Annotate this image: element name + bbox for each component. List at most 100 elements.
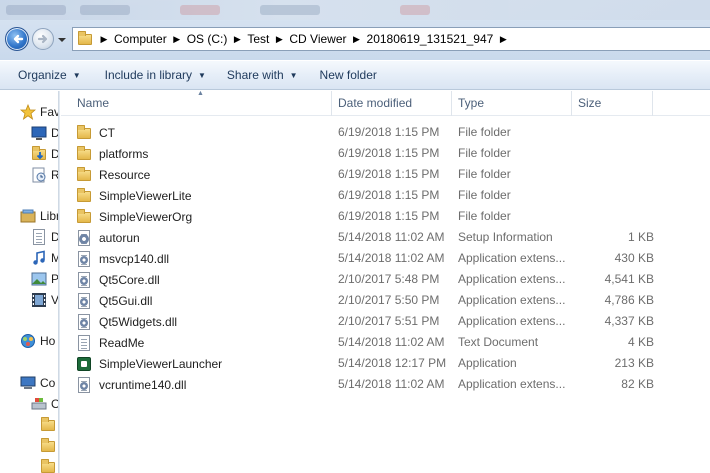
chevron-down-icon: ▼ — [72, 70, 81, 80]
nav-recent-label: R — [51, 168, 58, 182]
column-divider[interactable] — [652, 91, 653, 116]
file-row[interactable]: Qt5Core.dll 2/10/2017 5:48 PM Application … — [71, 269, 701, 290]
column-header-size[interactable]: Size — [572, 91, 601, 116]
file-type: File folder — [458, 125, 511, 139]
file-name: vcruntime140.dll — [99, 377, 187, 392]
file-name-cell[interactable]: SimpleViewerLite — [76, 185, 192, 206]
file-name-cell[interactable]: ReadMe — [76, 332, 144, 353]
file-name-cell[interactable]: platforms — [76, 143, 148, 164]
folder-icon — [76, 187, 92, 204]
file-date-modified: 5/14/2018 11:02 AM — [338, 230, 445, 244]
file-row[interactable]: msvcp140.dll 5/14/2018 11:02 AM Applicatio… — [71, 248, 701, 269]
nav-subfolder[interactable] — [40, 458, 58, 473]
nav-favorites-label: Fav — [40, 105, 58, 119]
file-row[interactable]: SimpleViewerLauncher 5/14/2018 12:17 PM Ap… — [71, 353, 701, 374]
recent-pages-dropdown[interactable] — [57, 34, 67, 44]
file-name: Qt5Gui.dll — [99, 293, 153, 308]
column-header-type[interactable]: Type — [452, 91, 484, 116]
breadcrumb-current-folder[interactable]: 20180619_131521_947 — [364, 28, 497, 50]
include-in-library-label: Include in library — [104, 68, 192, 82]
file-row[interactable]: autorun 5/14/2018 11:02 AM Setup Informati… — [71, 227, 701, 248]
nav-music-label: M — [51, 251, 58, 265]
file-name-cell[interactable]: SimpleViewerLauncher — [76, 353, 222, 374]
breadcrumb-chevron-icon[interactable]: ▶ — [97, 28, 111, 50]
file-name: SimpleViewerLite — [99, 188, 192, 203]
file-date-modified: 6/19/2018 1:15 PM — [338, 146, 440, 160]
nav-recent-places[interactable]: R — [31, 166, 58, 184]
desktop-icon — [31, 125, 47, 141]
file-size: 4 KB — [627, 335, 654, 349]
pane-splitter[interactable] — [58, 91, 60, 473]
new-folder-button[interactable]: New folder — [311, 63, 386, 87]
dll-icon — [76, 376, 92, 393]
file-date-modified: 2/10/2017 5:48 PM — [338, 272, 440, 286]
file-type: Setup Information — [458, 230, 553, 244]
nav-favorites[interactable]: Fav — [19, 103, 58, 121]
file-date-modified: 6/19/2018 1:15 PM — [338, 188, 440, 202]
file-name-cell[interactable]: autorun — [76, 227, 140, 248]
nav-documents[interactable]: D — [31, 228, 58, 246]
folder-icon — [76, 208, 92, 225]
breadcrumb-chevron-icon[interactable]: ▶ — [170, 28, 184, 50]
nav-drive-c[interactable]: O — [31, 395, 58, 413]
organize-button[interactable]: Organize ▼ — [9, 63, 90, 87]
share-with-button[interactable]: Share with ▼ — [218, 63, 307, 87]
breadcrumb-chevron-icon[interactable]: ▶ — [350, 28, 364, 50]
file-name-cell[interactable]: SimpleViewerOrg — [76, 206, 192, 227]
nav-computer[interactable]: Co — [20, 374, 55, 392]
sort-ascending-icon: ▲ — [197, 90, 204, 97]
nav-homegroup[interactable]: Ho — [20, 332, 55, 350]
include-in-library-button[interactable]: Include in library ▼ — [96, 63, 215, 87]
file-row[interactable]: SimpleViewerOrg 6/19/2018 1:15 PM File fol… — [71, 206, 701, 227]
file-row[interactable]: platforms 6/19/2018 1:15 PM File folder — [71, 143, 701, 164]
breadcrumb-computer[interactable]: Computer — [111, 28, 170, 50]
organize-label: Organize — [18, 68, 67, 82]
column-header-name[interactable]: Name — [71, 91, 109, 116]
breadcrumb-chevron-icon[interactable]: ▶ — [272, 28, 286, 50]
file-row[interactable]: Qt5Widgets.dll 2/10/2017 5:51 PM Applicati… — [71, 311, 701, 332]
breadcrumb-chevron-icon[interactable]: ▶ — [230, 28, 244, 50]
file-name-cell[interactable]: Qt5Gui.dll — [76, 290, 152, 311]
file-row[interactable]: vcruntime140.dll 5/14/2018 11:02 AM Applic… — [71, 374, 701, 395]
breadcrumb-drive[interactable]: OS (C:) — [184, 28, 231, 50]
nav-music[interactable]: M — [31, 249, 58, 267]
file-name-cell[interactable]: CT — [76, 122, 115, 143]
file-list[interactable]: Name ▲ Date modified Type Size CT 6/19/20… — [61, 90, 710, 473]
nav-desktop[interactable]: D — [31, 124, 58, 142]
dll-icon — [76, 292, 92, 309]
forward-button[interactable] — [32, 28, 54, 50]
chevron-down-icon: ▼ — [198, 70, 206, 80]
music-note-icon — [31, 250, 47, 266]
file-row[interactable]: Qt5Gui.dll 2/10/2017 5:50 PM Application e… — [71, 290, 701, 311]
nav-subfolder[interactable] — [40, 437, 58, 455]
nav-desktop-label: D — [51, 126, 58, 140]
file-size — [571, 206, 654, 227]
nav-pictures[interactable]: P — [31, 270, 58, 288]
nav-libraries-label: Libr — [40, 209, 58, 223]
file-row[interactable]: ReadMe 5/14/2018 11:02 AM Text Document 4 K… — [71, 332, 701, 353]
back-button[interactable] — [5, 27, 29, 51]
file-name-cell[interactable]: Resource — [76, 164, 150, 185]
file-size: 4,337 KB — [604, 314, 654, 328]
nav-documents-label: D — [51, 230, 58, 244]
column-header-date-modified[interactable]: Date modified — [332, 91, 412, 116]
nav-subfolder[interactable] — [40, 416, 58, 434]
file-name-cell[interactable]: vcruntime140.dll — [76, 374, 186, 395]
address-bar[interactable]: ▶ Computer ▶ OS (C:) ▶ Test ▶ CD Viewer … — [72, 27, 710, 51]
file-row[interactable]: CT 6/19/2018 1:15 PM File folder — [71, 122, 701, 143]
nav-videos[interactable]: V — [31, 291, 58, 309]
file-name-cell[interactable]: Qt5Widgets.dll — [76, 311, 177, 332]
nav-libraries[interactable]: Libr — [20, 207, 58, 225]
file-type: Application extens... — [458, 251, 566, 265]
breadcrumb-chevron-icon[interactable]: ▶ — [496, 28, 510, 50]
breadcrumb-cd-viewer[interactable]: CD Viewer — [286, 28, 349, 50]
nav-computer-label: Co — [40, 376, 56, 390]
breadcrumb-test[interactable]: Test — [244, 28, 272, 50]
nav-downloads[interactable]: D — [31, 145, 58, 163]
file-row[interactable]: SimpleViewerLite 6/19/2018 1:15 PM File fo… — [71, 185, 701, 206]
file-name-cell[interactable]: msvcp140.dll — [76, 248, 169, 269]
file-name-cell[interactable]: Qt5Core.dll — [76, 269, 160, 290]
file-name: ReadMe — [99, 335, 145, 350]
file-row[interactable]: Resource 6/19/2018 1:15 PM File folder — [71, 164, 701, 185]
navigation-pane[interactable]: Fav D D R Libr D M P — [0, 91, 58, 473]
